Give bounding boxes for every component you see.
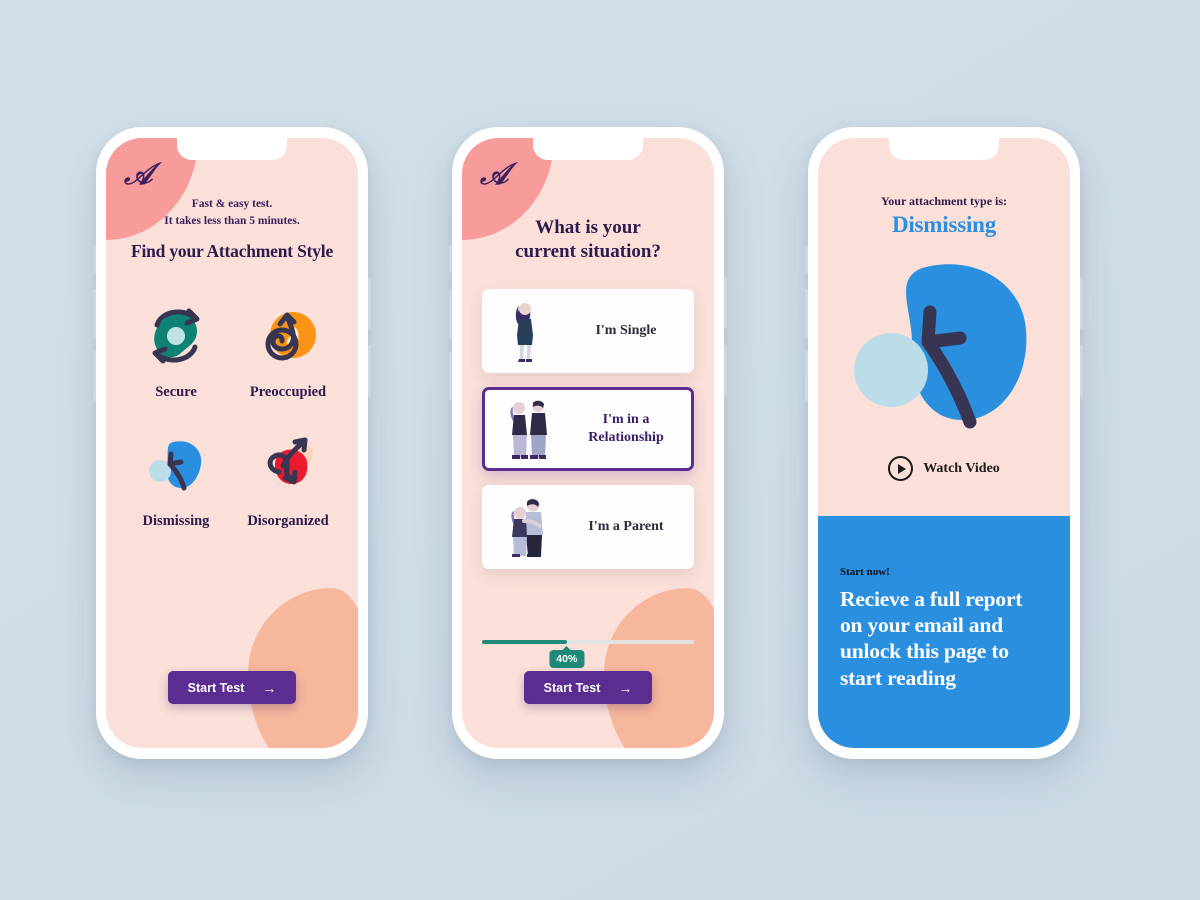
email-report-cta-panel: Start now! Recieve a full report on your… (818, 516, 1070, 748)
arrow-right-icon: → (262, 679, 277, 696)
cta-headline: Recieve a full report on your email and … (840, 587, 1023, 690)
phone1-volume-down-button[interactable] (93, 351, 96, 401)
phone-mockup-result: Your attachment type is: Dismissing Watc… (805, 127, 1083, 759)
question-line-2: current situation? (515, 241, 661, 263)
phone3-power-button[interactable] (1080, 277, 1083, 329)
option-label: I'm in a Relationship (573, 411, 691, 446)
style-card-secure[interactable]: Secure (120, 290, 232, 401)
result-eyebrow: Your attachment type is: (880, 194, 1008, 208)
phone-mockup-intro: 𝒜 Fast & easy test. It takes less than 5… (93, 127, 371, 759)
phone3-mute-switch[interactable] (805, 245, 808, 273)
dismissing-blob-icon (120, 419, 232, 511)
watch-video-label: Watch Video (923, 460, 1000, 476)
screen-question: 𝒜 What is your current situation? I'm Si… (462, 138, 714, 748)
progress-track[interactable]: 40% (482, 640, 694, 668)
secure-swirl-icon (120, 290, 232, 382)
option-label: I'm Single (570, 322, 694, 340)
style-label: Preoccupied (249, 384, 327, 401)
canvas: 𝒜 Fast & easy test. It takes less than 5… (0, 0, 1200, 900)
phone2-volume-up-button[interactable] (449, 289, 452, 339)
option-relationship[interactable]: I'm in a Relationship (482, 386, 694, 471)
option-list: I'm Single I'm in a Relationship I'm a P… (482, 288, 694, 569)
arrow-right-icon: → (618, 679, 633, 696)
play-icon (888, 456, 914, 481)
style-label: Secure (155, 384, 197, 401)
progress-fill (482, 640, 567, 644)
phone-notch (177, 138, 287, 160)
start-test-label: Start Test (543, 680, 601, 695)
phone1-side-button[interactable] (368, 345, 371, 397)
phone2-mute-switch[interactable] (449, 245, 452, 273)
option-label-line-2: Relationship (588, 429, 664, 445)
phone2-power-button[interactable] (724, 277, 727, 329)
brand-logo[interactable]: 𝒜 (124, 160, 152, 190)
phone-notch (889, 138, 999, 160)
subtitle-line-2: It takes less than 5 minutes. (164, 214, 300, 227)
single-person-illustration (482, 289, 570, 373)
style-card-dismissing[interactable]: Dismissing (120, 419, 232, 530)
style-label: Dismissing (142, 513, 210, 530)
style-label: Disorganized (247, 513, 329, 530)
phone2-side-button[interactable] (724, 345, 727, 397)
phone1-volume-up-button[interactable] (93, 289, 96, 339)
phone1-power-button[interactable] (368, 277, 371, 329)
option-parent[interactable]: I'm a Parent (482, 484, 694, 569)
brand-logo[interactable]: 𝒜 (480, 160, 508, 190)
phone3-side-button[interactable] (1080, 345, 1083, 397)
phone1-mute-switch[interactable] (93, 245, 96, 273)
start-test-button[interactable]: Start Test → (524, 671, 652, 704)
phone2-volume-down-button[interactable] (449, 351, 452, 401)
phone3-volume-up-button[interactable] (805, 289, 808, 339)
phone-notch (533, 138, 643, 160)
style-card-disorganized[interactable]: Disorganized (232, 419, 344, 530)
progress-percent-badge: 40% (549, 650, 585, 668)
watch-video-button[interactable]: Watch Video (818, 456, 1070, 481)
page-title: Find your Attachment Style (130, 241, 334, 262)
option-label-line-1: I'm Single (595, 322, 657, 338)
start-test-label: Start Test (187, 680, 245, 695)
subtitle-line-1: Fast & easy test. (191, 198, 273, 210)
dismissing-blob-illustration (818, 250, 1070, 440)
phone3-volume-down-button[interactable] (805, 351, 808, 401)
attachment-style-grid: Secure Preoccupied Dismissing Disorganiz… (120, 290, 344, 530)
result-type-name: Dismissing (891, 212, 997, 237)
option-single[interactable]: I'm Single (482, 288, 694, 373)
option-label-line-1: I'm in a (602, 412, 650, 428)
cta-eyebrow: Start now! (840, 566, 890, 578)
couple-illustration (485, 390, 573, 468)
style-card-preoccupied[interactable]: Preoccupied (232, 290, 344, 401)
parent-couple-illustration (482, 485, 570, 569)
disorganized-blob-icon (232, 419, 344, 511)
progress-indicator: 40% (482, 640, 694, 668)
phone-mockup-question: 𝒜 What is your current situation? I'm Si… (449, 127, 727, 759)
result-header-area: Your attachment type is: Dismissing Watc… (818, 138, 1070, 513)
preoccupied-spiral-icon (232, 290, 344, 382)
option-label: I'm a Parent (570, 518, 694, 536)
screen-result: Your attachment type is: Dismissing Watc… (818, 138, 1070, 748)
screen-intro: 𝒜 Fast & easy test. It takes less than 5… (106, 138, 358, 748)
option-label-line-1: I'm a Parent (588, 518, 664, 534)
start-test-button[interactable]: Start Test → (168, 671, 296, 704)
question-line-1: What is your (535, 217, 641, 238)
